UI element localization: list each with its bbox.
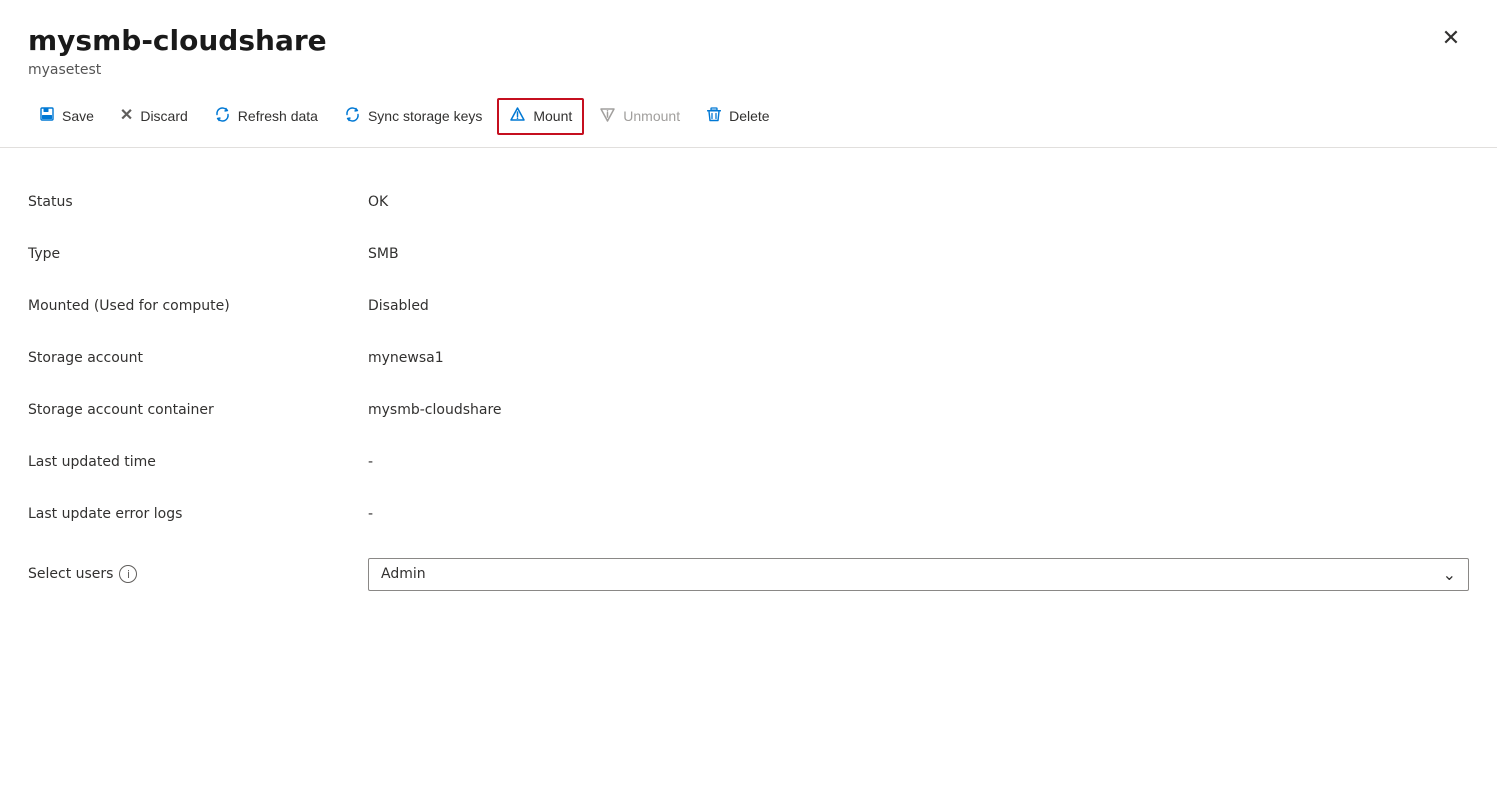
field-row: Last update error logs- — [28, 488, 1469, 540]
mount-label: Mount — [533, 108, 572, 124]
field-row: Mounted (Used for compute)Disabled — [28, 280, 1469, 332]
panel-header: mysmb-cloudshare myasetest — [0, 0, 1497, 78]
detail-panel: mysmb-cloudshare myasetest ✕ Save ✕ Disc… — [0, 0, 1497, 808]
unmount-icon — [599, 106, 616, 127]
refresh-label: Refresh data — [238, 108, 318, 124]
unmount-label: Unmount — [623, 108, 680, 124]
save-label: Save — [62, 108, 94, 124]
sync-icon — [344, 106, 361, 127]
fields-container: StatusOKTypeSMBMounted (Used for compute… — [28, 176, 1469, 540]
field-label-4: Storage account container — [28, 402, 368, 418]
info-icon[interactable]: i — [119, 565, 137, 583]
content-area: StatusOKTypeSMBMounted (Used for compute… — [0, 148, 1497, 637]
field-label-5: Last updated time — [28, 454, 368, 470]
mount-button[interactable]: Mount — [497, 98, 584, 135]
select-users-value: Admin — [381, 566, 1443, 582]
field-row: Storage accountmynewsa1 — [28, 332, 1469, 384]
field-label-1: Type — [28, 246, 368, 262]
delete-label: Delete — [729, 108, 769, 124]
field-label-2: Mounted (Used for compute) — [28, 298, 368, 314]
save-button[interactable]: Save — [28, 99, 105, 133]
close-icon: ✕ — [1442, 25, 1460, 51]
field-row: StatusOK — [28, 176, 1469, 228]
field-value-3: mynewsa1 — [368, 350, 1469, 366]
mount-icon — [509, 106, 526, 127]
discard-label: Discard — [140, 108, 187, 124]
field-label-6: Last update error logs — [28, 506, 368, 522]
panel-subtitle: myasetest — [28, 62, 1469, 78]
discard-button[interactable]: ✕ Discard — [109, 101, 199, 131]
field-value-2: Disabled — [368, 298, 1469, 314]
field-row: Last updated time- — [28, 436, 1469, 488]
field-row: Storage account containermysmb-cloudshar… — [28, 384, 1469, 436]
chevron-down-icon: ⌄ — [1443, 565, 1456, 584]
delete-button[interactable]: Delete — [695, 99, 780, 134]
select-users-text: Select users — [28, 566, 113, 582]
select-users-row: Select users i Admin ⌄ — [28, 540, 1469, 609]
panel-title: mysmb-cloudshare — [28, 24, 1469, 58]
sync-button[interactable]: Sync storage keys — [333, 99, 493, 134]
refresh-icon — [214, 106, 231, 127]
close-button[interactable]: ✕ — [1433, 20, 1469, 56]
unmount-button[interactable]: Unmount — [588, 99, 691, 134]
field-label-0: Status — [28, 194, 368, 210]
toolbar: Save ✕ Discard Refresh data — [0, 86, 1497, 147]
field-value-1: SMB — [368, 246, 1469, 262]
select-users-label: Select users i — [28, 565, 368, 583]
field-value-4: mysmb-cloudshare — [368, 402, 1469, 418]
refresh-button[interactable]: Refresh data — [203, 99, 329, 134]
field-value-0: OK — [368, 194, 1469, 210]
save-icon — [39, 106, 55, 126]
sync-label: Sync storage keys — [368, 108, 482, 124]
field-value-6: - — [368, 506, 1469, 522]
field-label-3: Storage account — [28, 350, 368, 366]
discard-icon: ✕ — [120, 108, 133, 124]
delete-icon — [706, 106, 722, 127]
field-value-5: - — [368, 454, 1469, 470]
select-users-dropdown[interactable]: Admin ⌄ — [368, 558, 1469, 591]
field-row: TypeSMB — [28, 228, 1469, 280]
